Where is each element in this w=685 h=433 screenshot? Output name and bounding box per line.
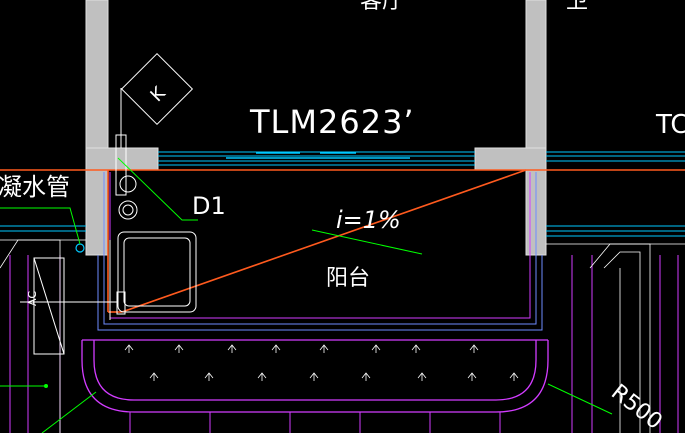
door-label-center: TLM2623’ [249,103,415,141]
wall-left-column [85,147,159,171]
balcony-label: 阳台 [326,266,370,291]
slope-label: i=1% [336,206,401,234]
pipe-label: 凝水管 [0,173,70,201]
side-unit-label: AC [26,291,39,306]
door-label-right: TC [655,110,685,140]
room-label-living: 客厅 [360,0,404,14]
wall-right-upper [525,0,547,149]
cad-drawing: 客厅 卫 TLM2623’ TC AC K D1 i=1% 阳台 凝水管 R50… [0,0,685,433]
drain-tag: D1 [192,192,226,220]
room-label-bath: 卫 [566,0,588,14]
wall-right-column [474,147,547,171]
leader-dot [44,384,48,388]
wall-left-lower [85,169,109,256]
wall-left-upper [85,0,109,149]
